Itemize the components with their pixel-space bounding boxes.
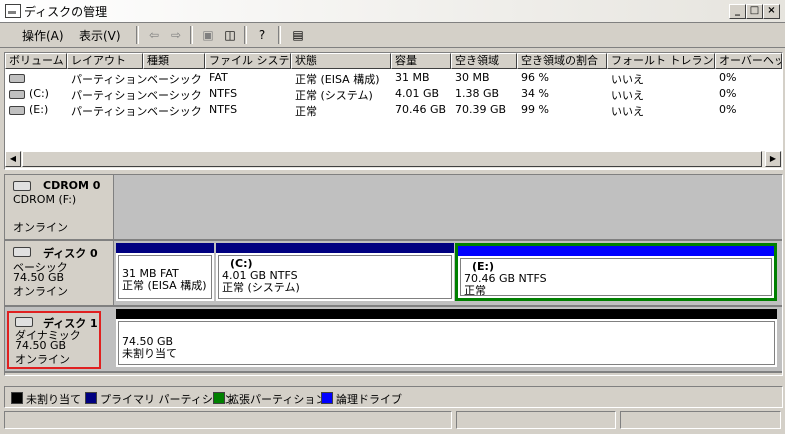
window-title: ディスクの管理 — [24, 5, 108, 19]
disk-row-cdrom0: CDROM 0 CDROM (F:) オンライン — [5, 175, 782, 241]
logical-drive-bar — [458, 246, 774, 256]
status-bar-pane — [620, 411, 781, 429]
back-arrow-icon[interactable]: ⇦ — [146, 27, 162, 43]
legend-extended: 拡張パーティション — [213, 391, 326, 407]
status-bar-main — [4, 411, 452, 429]
swatch-icon — [321, 392, 333, 404]
cdrom-icon — [13, 181, 31, 191]
scroll-left-arrow-icon[interactable]: ◀ — [5, 151, 21, 167]
status-bar-pane — [456, 411, 616, 429]
column-free-space[interactable]: 空き領域 — [451, 53, 517, 69]
forward-arrow-icon[interactable]: ⇨ — [168, 27, 184, 43]
swatch-icon — [85, 392, 97, 404]
column-status[interactable]: 状態 — [291, 53, 391, 69]
horizontal-scrollbar[interactable]: ◀ ▶ — [5, 151, 782, 168]
disk-row-disk0: ディスク 0 ベーシック 74.50 GB オンライン 31 MB FAT 正常… — [5, 241, 782, 307]
column-filesystem[interactable]: ファイル システム — [205, 53, 291, 69]
swatch-icon — [11, 392, 23, 404]
toolbar-separator — [278, 26, 281, 44]
toolbar-separator — [244, 26, 247, 44]
disk-info-disk0[interactable]: ディスク 0 ベーシック 74.50 GB オンライン — [5, 241, 114, 305]
drive-icon — [9, 74, 25, 83]
table-row[interactable]: パーティション ベーシック FAT 正常 (EISA 構成) 31 MB 30 … — [5, 70, 782, 86]
disk-management-window: ディスクの管理 _ □ × 操作(A) 表示(V) ⇦ ⇨ ▣ ◫ ? ▤ ボリ… — [0, 0, 785, 434]
drive-icon — [9, 106, 25, 115]
drive-icon — [9, 90, 25, 99]
legend-unallocated: 未割り当て — [11, 391, 81, 407]
partition-unallocated[interactable]: 74.50 GB 未割り当て — [116, 309, 777, 367]
help-icon[interactable]: ? — [254, 27, 270, 43]
table-row[interactable]: (E:) パーティション ベーシック NTFS 正常 70.46 GB 70.3… — [5, 102, 782, 118]
unallocated-bar — [116, 309, 777, 319]
toolbar-separator — [190, 26, 193, 44]
column-free-percent[interactable]: 空き領域の割合 — [517, 53, 607, 69]
menu-view[interactable]: 表示(V) — [79, 27, 121, 44]
legend: 未割り当て プライマリ パーティション 拡張パーティション 論理ドライブ — [4, 386, 783, 408]
close-button[interactable]: × — [763, 4, 780, 19]
minimize-button[interactable]: _ — [729, 4, 746, 19]
hard-disk-icon — [13, 247, 31, 257]
disk-info-cdrom0[interactable]: CDROM 0 CDROM (F:) オンライン — [5, 175, 114, 239]
disk-info-disk1[interactable]: ディスク 1 ダイナミック 74.50 GB オンライン — [7, 311, 101, 369]
scrollbar-thumb[interactable] — [22, 151, 762, 167]
primary-partition-bar — [216, 243, 454, 253]
legend-logical: 論理ドライブ — [321, 391, 402, 407]
partition-c[interactable]: (C:) 4.01 GB NTFS 正常 (システム) — [216, 243, 454, 301]
table-row[interactable]: (C:) パーティション ベーシック NTFS 正常 (システム) 4.01 G… — [5, 86, 782, 102]
toolbar-separator — [136, 26, 139, 44]
title-bar: ディスクの管理 _ □ × — [0, 0, 785, 23]
disk-graphical-view: CDROM 0 CDROM (F:) オンライン ディスク 0 ベーシック 74… — [4, 174, 783, 376]
column-volume[interactable]: ボリューム — [5, 53, 67, 69]
console-tree-icon[interactable]: ◫ — [222, 27, 238, 43]
primary-partition-bar — [116, 243, 214, 253]
volume-list: ボリューム レイアウト 種類 ファイル システム 状態 容量 空き領域 空き領域… — [4, 52, 783, 170]
disk-row-disk1: ディスク 1 ダイナミック 74.50 GB オンライン 74.50 GB 未割… — [5, 307, 782, 373]
scroll-right-arrow-icon[interactable]: ▶ — [765, 151, 781, 167]
column-type[interactable]: 種類 — [143, 53, 205, 69]
partition-eisa[interactable]: 31 MB FAT 正常 (EISA 構成) — [116, 243, 214, 301]
partition-e[interactable]: (E:) 70.46 GB NTFS 正常 — [455, 243, 777, 301]
column-capacity[interactable]: 容量 — [391, 53, 451, 69]
column-overhead[interactable]: オーバーヘッド — [715, 53, 782, 69]
app-icon — [5, 4, 21, 18]
column-layout[interactable]: レイアウト — [67, 53, 143, 69]
menu-toolbar: 操作(A) 表示(V) ⇦ ⇨ ▣ ◫ ? ▤ — [0, 23, 785, 48]
swatch-icon — [213, 392, 225, 404]
maximize-button[interactable]: □ — [746, 4, 763, 19]
up-folder-icon[interactable]: ▣ — [200, 27, 216, 43]
properties-icon[interactable]: ▤ — [290, 27, 306, 43]
hard-disk-icon — [15, 317, 33, 327]
column-fault-tolerance[interactable]: フォールト トレランス — [607, 53, 715, 69]
menu-action[interactable]: 操作(A) — [22, 27, 64, 44]
